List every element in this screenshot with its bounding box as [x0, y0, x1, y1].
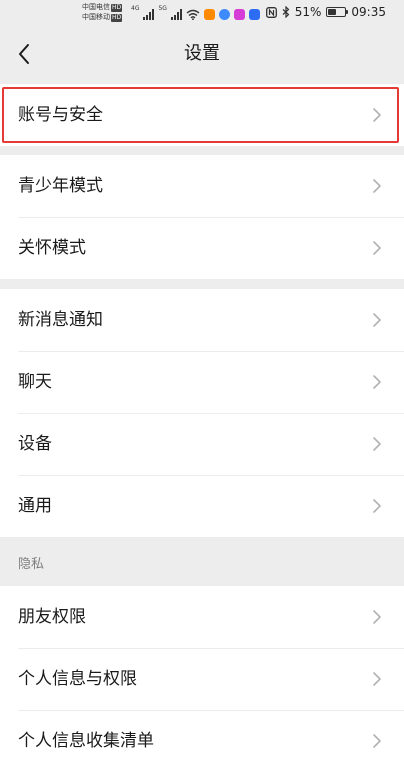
settings-item-label: 聊天	[18, 372, 52, 392]
settings-item-label: 设备	[18, 434, 52, 454]
settings-item-friend-permissions[interactable]: 朋友权限	[0, 586, 404, 648]
settings-item-label: 个人信息与权限	[18, 669, 137, 689]
chevron-right-icon	[373, 734, 381, 748]
section-header-privacy: 隐私	[18, 557, 45, 572]
app-notification-icon	[248, 9, 260, 20]
chevron-right-icon	[373, 375, 381, 389]
settings-item-care-mode[interactable]: 关怀模式	[0, 217, 404, 279]
carrier-line-1: 中国电信 HD	[82, 2, 123, 12]
bluetooth-icon	[282, 6, 290, 18]
battery-icon	[326, 7, 349, 17]
settings-item-label: 青少年模式	[18, 176, 103, 196]
carrier-info: 中国电信 HD 中国移动 HD	[82, 2, 123, 22]
settings-item-label: 通用	[18, 496, 52, 516]
wifi-icon	[186, 9, 200, 20]
chevron-right-icon	[373, 108, 381, 122]
carrier-1-name: 中国电信	[82, 3, 110, 11]
app-notification-icon	[233, 9, 245, 20]
settings-item-personal-info-list[interactable]: 个人信息收集清单	[0, 710, 404, 770]
chevron-right-icon	[373, 179, 381, 193]
app-notification-icon	[218, 9, 230, 20]
chevron-right-icon	[373, 672, 381, 686]
signal-icon	[143, 9, 155, 20]
settings-item-chat[interactable]: 聊天	[0, 351, 404, 413]
settings-item-account-security[interactable]: 账号与安全	[0, 84, 404, 146]
carrier-2-name: 中国移动	[82, 13, 110, 21]
settings-item-label: 朋友权限	[18, 607, 86, 627]
settings-item-label: 新消息通知	[18, 310, 103, 330]
page-title: 设置	[184, 43, 220, 64]
hd-badge: HD	[111, 4, 123, 12]
settings-item-teen-mode[interactable]: 青少年模式	[0, 155, 404, 217]
battery-percent: 51%	[294, 5, 322, 19]
settings-item-general[interactable]: 通用	[0, 475, 404, 537]
status-bar: 中国电信 HD 中国移动 HD 4G 5G 51% 09:35	[0, 0, 404, 26]
network-tag-2: 5G	[158, 5, 167, 12]
chevron-right-icon	[373, 610, 381, 624]
carrier-line-2: 中国移动 HD	[82, 12, 123, 22]
network-tag-1: 4G	[131, 5, 140, 12]
settings-item-label: 个人信息收集清单	[18, 731, 154, 751]
chevron-right-icon	[373, 241, 381, 255]
signal-icon-2	[170, 9, 182, 20]
nfc-icon	[265, 6, 277, 18]
nav-bar: 设置	[0, 26, 404, 84]
settings-item-label: 关怀模式	[18, 238, 86, 258]
status-right: 51% 09:35	[265, 4, 386, 20]
section-modes: 青少年模式 关怀模式	[0, 155, 404, 279]
clock: 09:35	[351, 5, 386, 19]
section-general: 新消息通知 聊天 设备 通用	[0, 289, 404, 537]
chevron-right-icon	[373, 499, 381, 513]
settings-item-personal-info-permissions[interactable]: 个人信息与权限	[0, 648, 404, 710]
app-notification-icon	[203, 9, 215, 20]
settings-item-devices[interactable]: 设备	[0, 413, 404, 475]
settings-item-notifications[interactable]: 新消息通知	[0, 289, 404, 351]
settings-screen: 中国电信 HD 中国移动 HD 4G 5G 51% 09:35 设置 账号与安全…	[0, 0, 404, 770]
chevron-right-icon	[373, 313, 381, 327]
settings-item-label: 账号与安全	[18, 105, 103, 125]
chevron-right-icon	[373, 437, 381, 451]
section-account: 账号与安全	[0, 84, 404, 146]
hd-badge-2: HD	[111, 14, 123, 22]
signal-group: 4G 5G	[131, 6, 260, 20]
section-privacy: 朋友权限 个人信息与权限 个人信息收集清单	[0, 586, 404, 770]
